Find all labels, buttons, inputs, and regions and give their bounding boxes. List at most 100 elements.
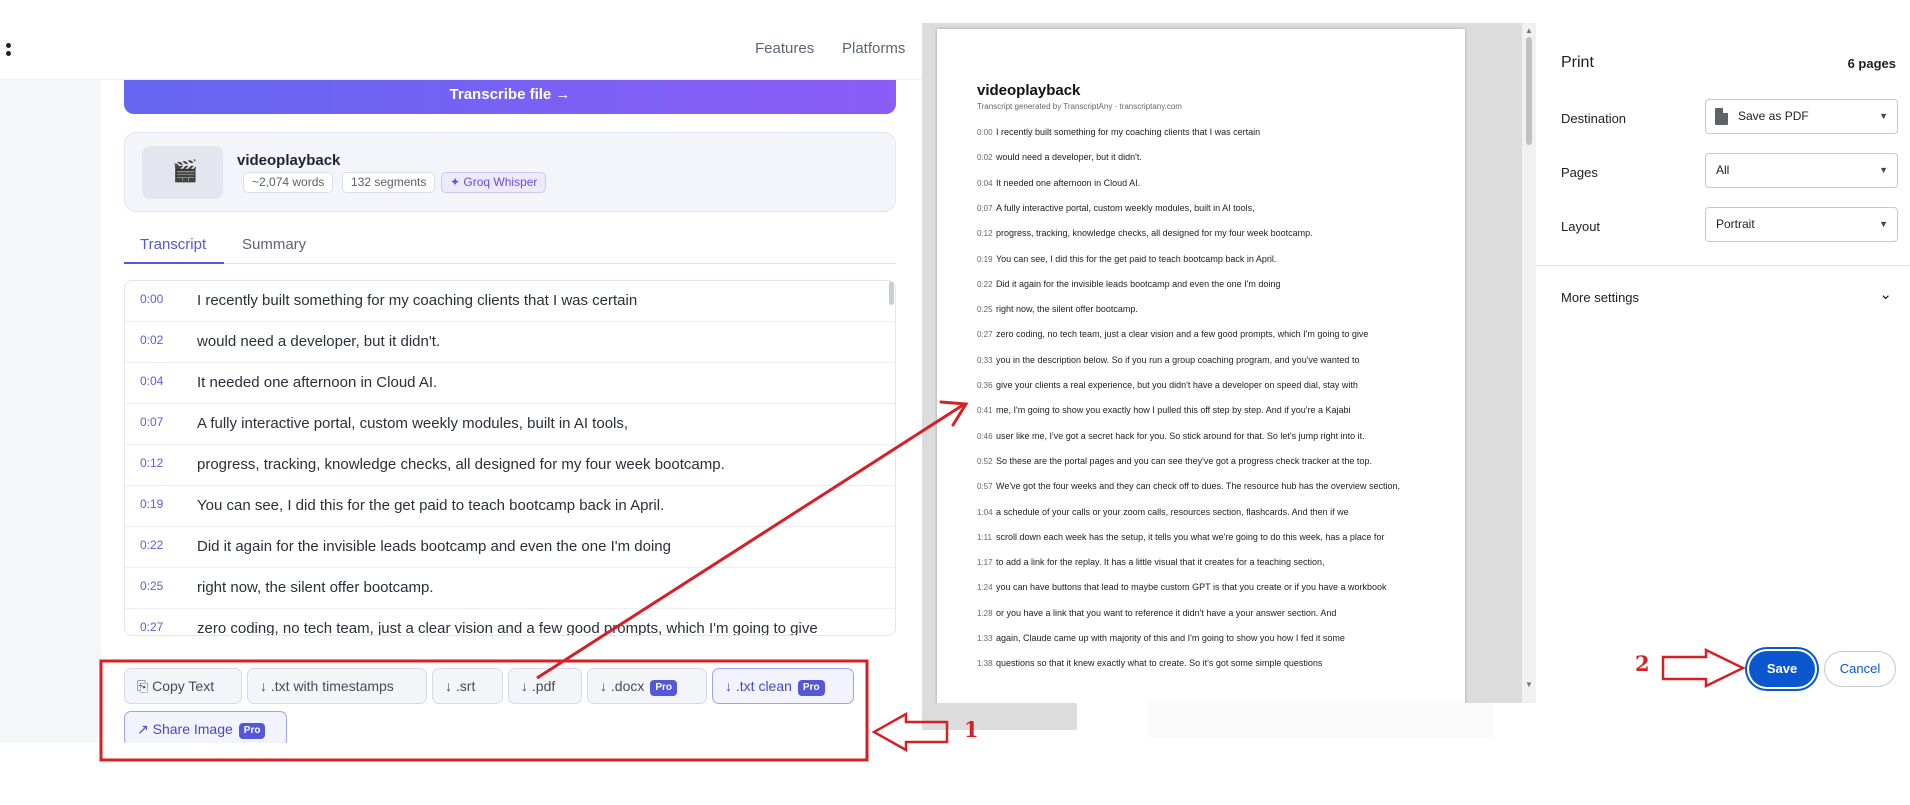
preview-row: 1:24 you can have buttons that lead to ma… xyxy=(977,582,1387,592)
pro-badge: Pro xyxy=(650,680,678,696)
preview-timestamp: 0:00 xyxy=(977,128,993,137)
preview-timestamp: 0:52 xyxy=(977,456,993,466)
segment-timestamp[interactable]: 0:02 xyxy=(140,333,163,347)
transcript-row[interactable]: 0:19 You can see, I did this for the get … xyxy=(125,486,895,527)
transcript-row[interactable]: 0:27 zero coding, no tech team, just a cl… xyxy=(125,609,895,635)
transcript-row[interactable]: 0:00 I recently built something for my co… xyxy=(125,281,895,322)
transcript-row[interactable]: 0:04 It needed one afternoon in Cloud AI. xyxy=(125,363,895,404)
segment-timestamp[interactable]: 0:22 xyxy=(140,538,163,552)
download-docx-button[interactable]: ↓ .docx Pro xyxy=(587,668,707,704)
tab-transcript[interactable]: Transcript xyxy=(140,236,206,253)
preview-row: 1:11 scroll down each week has the setup,… xyxy=(977,532,1384,542)
download-pdf-button[interactable]: ↓ .pdf xyxy=(508,668,582,704)
preview-timestamp: 0:04 xyxy=(977,178,993,188)
pages-value: All xyxy=(1716,163,1730,177)
preview-text: You can see, I did this for the get paid… xyxy=(996,253,1277,264)
more-settings-toggle[interactable]: More settings xyxy=(1561,290,1639,305)
layout-label: Layout xyxy=(1561,219,1601,234)
annotation-number-2: 2 xyxy=(1635,651,1650,676)
preview-timestamp: 1:17 xyxy=(977,558,993,568)
transcript-row[interactable]: 0:25 right now, the silent offer bootcamp… xyxy=(125,568,895,609)
pages-select[interactable]: All ▼ xyxy=(1705,153,1898,188)
share-image-button[interactable]: ↗ Share Image Pro xyxy=(124,711,287,743)
download-txt-clean-button[interactable]: ↓ .txt clean Pro xyxy=(712,668,854,704)
preview-row: 0:22 Did it again for the invisible leads… xyxy=(977,279,1280,289)
preview-doc-title: videoplayback xyxy=(977,82,1081,99)
segment-timestamp[interactable]: 0:07 xyxy=(140,415,163,429)
preview-timestamp: 1:28 xyxy=(977,608,993,618)
preview-text: a schedule of your calls or your zoom ca… xyxy=(996,506,1349,517)
preview-timestamp: 0:07 xyxy=(977,203,993,213)
destination-select[interactable]: Save as PDF ▼ xyxy=(1705,99,1898,134)
scroll-up-icon[interactable]: ▲ xyxy=(1525,26,1533,35)
preview-row: 1:28 or you have a link that you want to … xyxy=(977,608,1336,618)
cancel-button[interactable]: Cancel xyxy=(1824,651,1896,687)
preview-row: 0:52 So these are the portal pages and yo… xyxy=(977,456,1372,466)
nav-link-features[interactable]: Features xyxy=(755,40,814,57)
transcript-row[interactable]: 0:07 A fully interactive portal, custom w… xyxy=(125,404,895,445)
transcript-row[interactable]: 0:12 progress, tracking, knowledge checks… xyxy=(125,445,895,486)
preview-text: A fully interactive portal, custom weekl… xyxy=(996,202,1255,213)
segment-timestamp[interactable]: 0:27 xyxy=(140,620,163,634)
preview-text: would need a developer, but it didn't. xyxy=(996,152,1142,163)
segment-text: would need a developer, but it didn't. xyxy=(197,333,441,350)
layout-select[interactable]: Portrait ▼ xyxy=(1705,207,1898,242)
preview-row: 0:46 user like me, I've got a secret hack… xyxy=(977,431,1365,441)
transcript-list[interactable]: 0:00 I recently built something for my co… xyxy=(124,280,896,636)
save-button[interactable]: Save xyxy=(1749,651,1815,687)
copy-text-button[interactable]: ⎘ Copy Text xyxy=(124,668,242,704)
preview-bottom-edge xyxy=(922,703,1077,730)
transcript-row[interactable]: 0:22 Did it again for the invisible leads… xyxy=(125,527,895,568)
transcribe-file-button[interactable]: Transcribe file → xyxy=(124,80,896,114)
main-panel: Transcribe file → 🎬 videoplayback ~2,074… xyxy=(101,80,922,743)
logo-icon[interactable] xyxy=(3,39,15,63)
preview-row: 1:33 again, Claude came up with majority … xyxy=(977,633,1345,643)
layout-value: Portrait xyxy=(1716,217,1755,231)
copy-icon: ⎘ xyxy=(137,678,149,694)
preview-scrollbar[interactable]: ▲ ▼ xyxy=(1522,23,1536,703)
segment-timestamp[interactable]: 0:00 xyxy=(140,292,163,306)
preview-text: give your clients a real experience, but… xyxy=(996,380,1358,390)
preview-text: me, I'm going to show you exactly how I … xyxy=(996,405,1351,416)
download-txt-timestamps-button[interactable]: ↓ .txt with timestamps xyxy=(247,668,427,704)
segment-timestamp[interactable]: 0:04 xyxy=(140,374,163,388)
transcript-row[interactable]: 0:02 would need a developer, but it didn'… xyxy=(125,322,895,363)
download-srt-button[interactable]: ↓ .srt xyxy=(432,668,503,704)
file-thumbnail: 🎬 xyxy=(142,146,223,199)
preview-row: 0:07 A fully interactive portal, custom w… xyxy=(977,203,1255,213)
top-nav: Features Platforms xyxy=(0,23,922,80)
preview-timestamp: 0:36 xyxy=(977,381,993,390)
segment-text: progress, tracking, knowledge checks, al… xyxy=(197,456,725,473)
nav-link-platforms[interactable]: Platforms xyxy=(842,40,905,57)
preview-text: to add a link for the replay. It has a l… xyxy=(996,557,1325,568)
pro-badge: Pro xyxy=(238,723,266,739)
preview-scroll-thumb[interactable] xyxy=(1526,37,1532,145)
copy-text-label: Copy Text xyxy=(152,678,215,694)
segment-text: I recently built something for my coachi… xyxy=(197,292,638,309)
preview-row: 0:57 We've got the four weeks and they ca… xyxy=(977,481,1400,491)
preview-row: 1:04 a schedule of your calls or your zoo… xyxy=(977,507,1349,517)
share-image-label: ↗ Share Image xyxy=(137,721,233,737)
preview-text: you can have buttons that lead to maybe … xyxy=(996,582,1387,593)
segment-text: You can see, I did this for the get paid… xyxy=(197,497,665,514)
preview-text: again, Claude came up with majority of t… xyxy=(996,633,1345,643)
preview-text: It needed one afternoon in Cloud AI. xyxy=(996,177,1141,188)
preview-row: 0:27 zero coding, no tech team, just a cl… xyxy=(977,329,1368,339)
annotation-number-1: 1 xyxy=(964,717,979,742)
scroll-down-icon[interactable]: ▼ xyxy=(1525,680,1533,689)
engine-badge: ✦ Groq Whisper xyxy=(441,172,547,193)
preview-row: 0:25 right now, the silent offer bootcamp… xyxy=(977,304,1138,314)
dropdown-caret-icon: ▼ xyxy=(1879,111,1888,121)
segment-timestamp[interactable]: 0:12 xyxy=(140,456,163,470)
active-tab-indicator xyxy=(124,262,224,264)
segment-timestamp[interactable]: 0:19 xyxy=(140,497,163,511)
preview-timestamp: 0:41 xyxy=(977,406,993,416)
export-toolbar: ⎘ Copy Text ↓ .txt with timestamps ↓ .sr… xyxy=(124,668,896,743)
preview-row: 1:17 to add a link for the replay. It has… xyxy=(977,557,1325,567)
segment-timestamp[interactable]: 0:25 xyxy=(140,579,163,593)
dropdown-caret-icon: ▼ xyxy=(1879,165,1888,175)
chevron-down-icon[interactable]: ⌄ xyxy=(1879,285,1892,303)
preview-text: Did it again for the invisible leads boo… xyxy=(996,278,1281,289)
preview-timestamp: 0:27 xyxy=(977,330,993,340)
tab-summary[interactable]: Summary xyxy=(242,236,306,253)
